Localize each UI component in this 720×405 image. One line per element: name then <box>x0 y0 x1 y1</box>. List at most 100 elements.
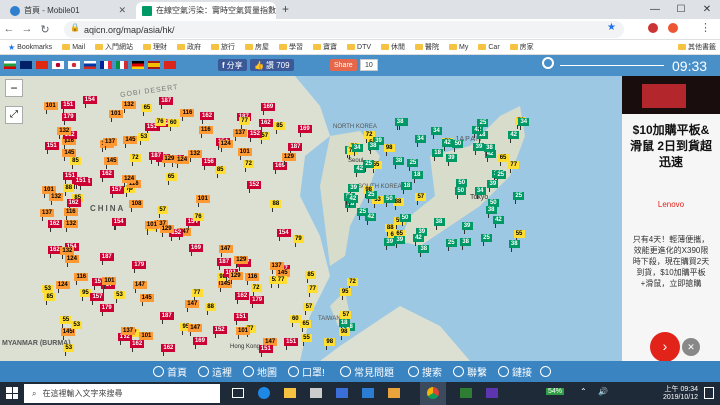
aqi-station-marker[interactable]: 98 <box>338 328 350 341</box>
aqi-station-marker[interactable]: 79 <box>292 234 304 247</box>
aqi-station-marker[interactable]: 76 <box>192 213 204 226</box>
app-icon[interactable] <box>388 388 400 398</box>
aqi-station-marker[interactable]: 25 <box>495 170 507 183</box>
bookmark-item[interactable]: 學習 <box>279 42 303 52</box>
aqi-station-marker[interactable]: 42 <box>508 131 520 144</box>
aqi-station-marker[interactable]: 25 <box>513 191 525 204</box>
bookmark-item[interactable]: 休閒 <box>381 42 405 52</box>
edge-icon[interactable] <box>258 387 270 399</box>
aqi-station-marker[interactable]: 151 <box>73 177 88 190</box>
aqi-station-marker[interactable]: 132 <box>121 101 136 114</box>
aqi-station-marker[interactable]: 38 <box>460 237 472 250</box>
aqi-station-marker[interactable]: 162 <box>99 170 114 182</box>
aqi-station-marker[interactable]: 39 <box>384 237 396 250</box>
taskbar-search-box[interactable]: ⌕ 在這裡輸入文字來搜尋 <box>24 384 220 403</box>
share-button[interactable]: Share <box>330 59 357 71</box>
aqi-station-marker[interactable]: 38 <box>508 240 520 253</box>
aqi-station-marker[interactable]: 101 <box>43 101 58 114</box>
aqi-station-marker[interactable]: 145 <box>62 148 77 161</box>
aqi-station-marker[interactable]: 38 <box>393 157 405 170</box>
bookmark-item[interactable]: 政府 <box>177 42 201 52</box>
chevron-right-icon[interactable]: › <box>650 332 680 361</box>
aqi-station-marker[interactable]: 18 <box>411 171 423 184</box>
aqi-station-marker[interactable]: 39 <box>348 183 360 196</box>
ad-body[interactable]: 只有4天！輕薄便攜，效能更進化的X390限時下殺，現在購買2天到貨，$10加購平… <box>630 234 712 289</box>
search-icon[interactable] <box>542 57 554 69</box>
task-view-icon[interactable] <box>232 388 244 398</box>
mail-icon[interactable] <box>336 388 348 398</box>
aqi-station-marker[interactable]: 88 <box>205 303 217 316</box>
nav-home[interactable]: 首頁 <box>153 364 187 379</box>
aqi-station-marker[interactable]: 179 <box>250 296 265 309</box>
store-icon[interactable] <box>310 388 322 398</box>
aqi-station-marker[interactable]: 116 <box>198 125 213 138</box>
bookmark-item[interactable]: 房家 <box>509 42 534 52</box>
aqi-station-marker[interactable]: 50 <box>383 195 395 208</box>
aqi-station-marker[interactable]: 55 <box>60 315 72 328</box>
aqi-station-marker[interactable]: 179 <box>132 260 147 273</box>
aqi-station-marker[interactable]: 88 <box>270 199 282 212</box>
minimize-icon[interactable]: — <box>642 0 668 19</box>
nav-settings[interactable] <box>540 364 551 379</box>
aqi-station-marker[interactable]: 88 <box>63 184 75 197</box>
aqi-station-marker[interactable]: 162 <box>161 343 176 356</box>
aqi-station-marker[interactable]: 85 <box>274 122 286 135</box>
aqi-station-marker[interactable]: 42 <box>347 195 359 208</box>
aqi-station-marker[interactable]: 55 <box>300 334 312 347</box>
aqi-station-marker[interactable]: 72 <box>347 278 359 291</box>
aqi-station-marker[interactable]: 132 <box>64 219 79 232</box>
aqi-station-marker[interactable]: 162 <box>66 199 81 212</box>
aqi-station-marker[interactable]: 34 <box>351 144 363 157</box>
aqi-station-marker[interactable]: 53 <box>71 320 83 333</box>
aqi-station-marker[interactable]: 101 <box>139 332 154 345</box>
aqi-station-marker[interactable]: 34 <box>431 126 443 139</box>
aqi-station-marker[interactable]: 151 <box>258 344 273 357</box>
aqi-station-marker[interactable]: 147 <box>188 324 203 337</box>
file-explorer-icon[interactable] <box>284 388 296 398</box>
aqi-station-marker[interactable]: 77 <box>191 288 203 301</box>
aqi-station-marker[interactable]: 25 <box>363 159 375 172</box>
aqi-station-marker[interactable]: 38 <box>418 244 430 257</box>
aqi-station-marker[interactable]: 152 <box>212 325 227 338</box>
battery-indicator[interactable]: 54% <box>546 388 565 395</box>
aqi-station-marker[interactable]: 39 <box>487 180 499 193</box>
aqi-station-marker[interactable]: 124 <box>218 140 233 153</box>
aqi-station-marker[interactable]: 39 <box>445 153 457 166</box>
aqi-station-marker[interactable]: 25 <box>477 118 489 131</box>
aqi-station-marker[interactable]: 38 <box>483 144 495 157</box>
app-icon[interactable] <box>486 388 498 398</box>
chrome-taskbar-button[interactable] <box>420 382 446 405</box>
ad-headline[interactable]: $10加購平板&滑鼠 2日到貨超迅速 <box>630 122 712 170</box>
bookmark-item[interactable]: 入門網站 <box>95 42 133 52</box>
nav-contact[interactable]: 聯繫 <box>453 364 487 379</box>
aqi-station-marker[interactable]: 42 <box>412 234 424 247</box>
nav-faq[interactable]: 常見問題 <box>340 364 394 379</box>
aqi-station-marker[interactable]: 95 <box>79 289 91 302</box>
aqi-station-marker[interactable]: 72 <box>129 153 141 166</box>
aqi-station-marker[interactable]: 129 <box>159 225 174 238</box>
aqi-station-marker[interactable]: 101 <box>195 194 210 207</box>
aqi-station-marker[interactable]: 85 <box>70 156 82 169</box>
fullscreen-icon[interactable]: ⤢ <box>5 106 23 124</box>
aqi-station-marker[interactable]: 162 <box>130 340 145 353</box>
aqi-station-marker[interactable]: 156 <box>201 158 216 170</box>
bookmark-item[interactable]: Mail <box>62 44 85 51</box>
aqi-station-marker[interactable]: 129 <box>228 272 243 285</box>
aqi-station-marker[interactable]: 147 <box>132 280 147 293</box>
address-bar[interactable]: 🔒 aqicn.org/map/asia/hk/ ★ <box>64 21 624 38</box>
aqi-station-marker[interactable]: 38 <box>433 218 445 231</box>
aqi-station-marker[interactable]: 53 <box>138 133 150 146</box>
aqi-station-marker[interactable]: 124 <box>55 281 70 294</box>
aqi-station-marker[interactable]: 65 <box>165 173 177 186</box>
aqi-station-marker[interactable]: 169 <box>188 243 203 256</box>
aqi-station-marker[interactable]: 76 <box>154 117 166 130</box>
aqi-station-marker[interactable]: 132 <box>60 246 75 259</box>
aqi-station-marker[interactable]: 116 <box>74 273 89 286</box>
bookmark-item[interactable]: My <box>449 44 468 51</box>
aqi-station-marker[interactable]: 124 <box>64 255 79 268</box>
aqi-station-marker[interactable]: 101 <box>102 276 117 289</box>
aqi-station-marker[interactable]: 25 <box>480 234 492 247</box>
bookmark-item[interactable]: 寶寶 <box>313 42 337 52</box>
fb-share-button[interactable]: f 分享 <box>218 59 247 71</box>
aqi-station-marker[interactable]: 34 <box>474 186 486 199</box>
